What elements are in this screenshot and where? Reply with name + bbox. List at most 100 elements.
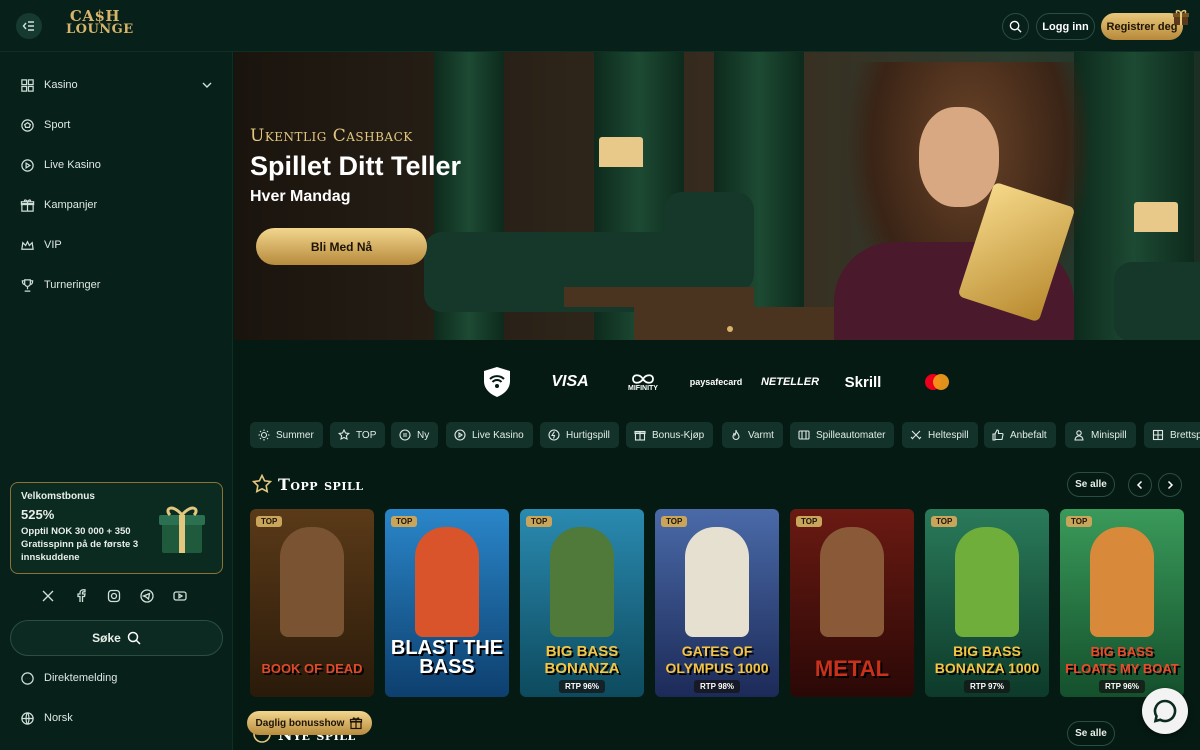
game-artwork — [955, 527, 1019, 637]
fast-icon — [548, 429, 560, 441]
language-label: Norsk — [44, 712, 73, 724]
sidebar-item-vip[interactable]: VIP — [20, 235, 215, 255]
chip-hurtigspill[interactable]: Hurtigspill — [540, 422, 619, 448]
sidebar-item-sport[interactable]: Sport — [20, 115, 215, 135]
youtube-icon[interactable] — [172, 588, 187, 603]
chip-live-kasino[interactable]: Live Kasino — [446, 422, 533, 448]
game-card[interactable]: TOP Book of Dead — [250, 509, 374, 697]
game-title: Gates of Olympus 1000 — [665, 643, 769, 676]
chip-top[interactable]: TOP — [330, 422, 386, 448]
shield-icon — [479, 364, 515, 400]
chip-label: TOP — [356, 429, 377, 441]
language-selector[interactable]: Norsk — [20, 708, 215, 728]
prev-arrow-button[interactable] — [1128, 473, 1152, 497]
top-badge: TOP — [1066, 516, 1093, 527]
new-icon — [399, 429, 411, 441]
chevron-left-icon — [1136, 480, 1143, 490]
chip-heltespill[interactable]: Heltespill — [902, 422, 978, 448]
coffee-table — [564, 287, 754, 307]
mastercard-icon — [918, 364, 956, 400]
infinity-icon — [632, 373, 654, 384]
slot-icon — [798, 430, 810, 440]
game-artwork — [685, 527, 749, 637]
chip-anbefalt[interactable]: Anbefalt — [984, 422, 1056, 448]
chip-label: Hurtigspill — [566, 429, 610, 441]
sidebar-item-label: Live Kasino — [44, 159, 101, 171]
star-icon — [338, 429, 350, 440]
top-badge: TOP — [796, 516, 823, 527]
game-title: Big Bass Bonanza — [544, 643, 620, 677]
chip-label: Brettspill — [1170, 429, 1200, 441]
game-card[interactable]: TOP Metal — [790, 509, 914, 697]
rtp-badge: RTP 98% — [693, 680, 741, 693]
facebook-icon[interactable] — [73, 588, 88, 603]
chip-label: Bonus-Kjøp — [652, 429, 705, 441]
gift-icon — [20, 198, 35, 212]
sidebar-item-label: Sport — [44, 119, 71, 131]
chip-varmt[interactable]: Varmt — [722, 422, 783, 448]
neteller-logo: NETELLER — [760, 376, 820, 388]
sidebar-item-label: VIP — [44, 239, 62, 251]
sofa-right — [1114, 262, 1200, 340]
telegram-icon[interactable] — [139, 588, 154, 603]
gift-icon — [1173, 9, 1189, 25]
game-artwork — [1090, 527, 1154, 637]
chip-label: Heltespill — [928, 429, 969, 441]
section-title: Topp spill — [278, 474, 364, 494]
sidebar-item-turneringer[interactable]: Turneringer — [20, 275, 215, 295]
chip-spilleautomater[interactable]: Spilleautomater — [790, 422, 895, 448]
category-chips: Summer TOP Ny Live Kasino Hurtigspill Bo… — [250, 422, 1200, 448]
hostess-face — [919, 107, 999, 207]
sun-icon — [258, 429, 270, 441]
ball-icon — [21, 118, 34, 132]
sidebar-item-kampanjer[interactable]: Kampanjer — [20, 195, 215, 215]
chip-label: Summer — [276, 429, 314, 441]
carousel-dot-active[interactable] — [727, 326, 733, 332]
chip-ny[interactable]: Ny — [391, 422, 439, 448]
side-table — [634, 307, 834, 340]
bonus-description: Opptil NOK 30 000 + 350 Gratisspinn på d… — [21, 526, 139, 563]
live-chat-button[interactable] — [1142, 688, 1188, 734]
buy-icon — [634, 430, 646, 441]
game-card[interactable]: TOP Big Bass Floats My Boat RTP 96% — [1060, 509, 1184, 697]
next-arrow-button[interactable] — [1158, 473, 1182, 497]
chip-summer[interactable]: Summer — [250, 422, 323, 448]
cash-lounge-logo[interactable]: CA$H LOUNGE — [66, 9, 134, 37]
collapse-sidebar-button[interactable] — [16, 13, 42, 39]
game-card[interactable]: TOP Blast the Bass — [385, 509, 509, 697]
welcome-bonus-card[interactable]: Velkomstbonus 525% Opptil NOK 30 000 + 3… — [10, 482, 223, 574]
sidebar-item-live-kasino[interactable]: Live Kasino — [20, 155, 215, 175]
crown-icon — [21, 239, 34, 250]
register-button[interactable]: Registrer deg — [1101, 9, 1189, 40]
sidebar-item-label: Turneringer — [44, 279, 101, 291]
top-games-row: TOP Book of Dead TOP Blast the Bass TOP … — [250, 509, 1200, 697]
direct-message-link[interactable]: Direktemelding — [20, 668, 215, 688]
top-badge: TOP — [391, 516, 418, 527]
sidebar-search-button[interactable]: Søke — [10, 620, 223, 656]
daily-bonus-show-button[interactable]: Daglig bonusshow — [247, 711, 372, 735]
lamp-shade — [599, 137, 643, 167]
hero-cta-button[interactable]: Bli Med Nå — [256, 228, 427, 265]
game-title: Metal — [814, 656, 890, 681]
login-button[interactable]: Logg inn — [1036, 13, 1095, 40]
chip-brettspill[interactable]: Brettspill — [1144, 422, 1200, 448]
game-card[interactable]: TOP Gates of Olympus 1000 RTP 98% — [655, 509, 779, 697]
rtp-badge: RTP 97% — [963, 680, 1011, 693]
mifinity-label: MIFINITY — [628, 384, 658, 392]
see-all-button[interactable]: Se alle — [1067, 472, 1115, 497]
hero-banner[interactable]: Ukentlig Cashback Spillet Ditt Teller Hv… — [234, 52, 1200, 340]
chip-minispill[interactable]: Minispill — [1065, 422, 1136, 448]
logo-line-2: LOUNGE — [66, 22, 134, 37]
see-all-new-games-button[interactable]: Se alle — [1067, 721, 1115, 746]
header-search-button[interactable] — [1002, 13, 1029, 40]
x-icon[interactable] — [40, 588, 55, 603]
chip-bonus-kjop[interactable]: Bonus-Kjøp — [626, 422, 714, 448]
game-card[interactable]: TOP Big Bass Bonanza 1000 RTP 97% — [925, 509, 1049, 697]
game-card[interactable]: TOP Big Bass Bonanza RTP 96% — [520, 509, 644, 697]
top-badge: TOP — [931, 516, 958, 527]
thumb-icon — [992, 429, 1004, 441]
sidebar-item-kasino[interactable]: Kasino — [20, 75, 215, 95]
armchair — [664, 192, 754, 292]
game-artwork — [415, 527, 479, 637]
instagram-icon[interactable] — [106, 588, 121, 603]
